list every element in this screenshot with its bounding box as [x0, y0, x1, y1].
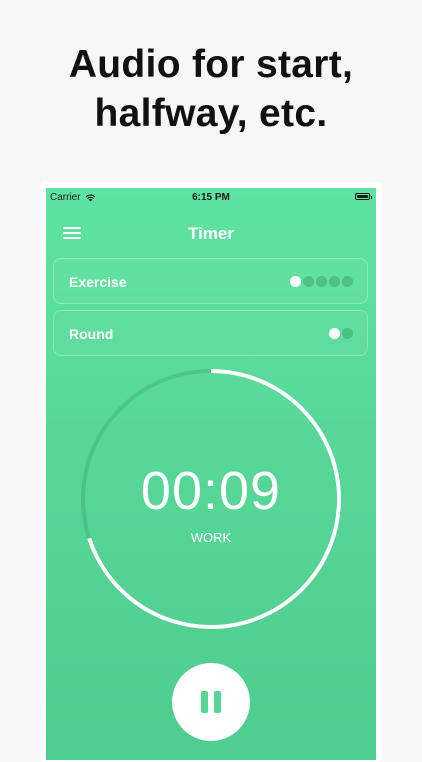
exercise-dot [329, 276, 340, 287]
round-dot [329, 328, 340, 339]
round-label: Round [69, 326, 114, 342]
round-progress-dots [329, 328, 353, 339]
headline: Audio for start, halfway, etc. [0, 40, 422, 138]
status-time: 6:15 PM [192, 192, 230, 203]
round-dot [342, 328, 353, 339]
exercise-dot [290, 276, 301, 287]
headline-line-2: halfway, etc. [94, 92, 328, 135]
timer-phase-label: WORK [190, 530, 232, 545]
timer-countdown: 00:09 [140, 461, 282, 521]
headline-line-1: Audio for start, [68, 43, 354, 86]
exercise-dot [316, 276, 327, 287]
exercise-label: Exercise [69, 274, 127, 290]
round-row: Round [53, 310, 368, 356]
status-bar: Carrier 6:15 PM [46, 188, 376, 206]
exercise-dot [303, 276, 314, 287]
exercise-dot [342, 276, 353, 287]
exercise-progress-dots [290, 276, 353, 287]
navigation-bar: Timer [46, 218, 376, 248]
pause-icon-bar-right [214, 691, 221, 713]
pause-button[interactable] [172, 663, 250, 741]
page-title: Timer [188, 224, 234, 243]
battery-icon [355, 193, 372, 200]
exercise-row: Exercise [53, 258, 368, 304]
app-screen: Carrier 6:15 PM Timer Exercise Round 00:… [46, 188, 376, 760]
pause-icon-bar-left [201, 691, 208, 713]
